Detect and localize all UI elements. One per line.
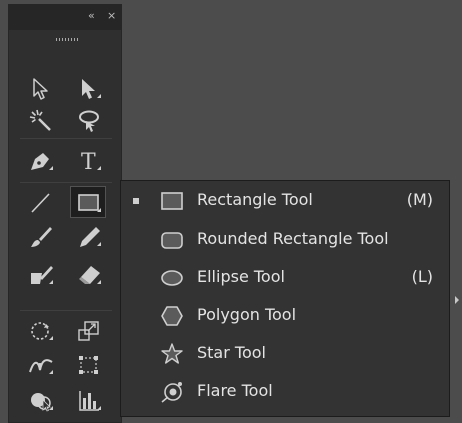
tools-panel: « × T <box>8 4 122 423</box>
paintbrush-icon <box>31 227 52 247</box>
svg-text:T: T <box>81 150 96 174</box>
panel-header[interactable]: « × <box>8 4 122 30</box>
eraser-icon <box>79 266 101 284</box>
eraser-tool[interactable] <box>70 258 106 290</box>
flyout-item-shortcut: (M) <box>406 190 433 209</box>
pen-tool[interactable] <box>22 144 58 176</box>
flyout-item-label: Rectangle Tool <box>197 190 313 209</box>
free-transform-tool[interactable] <box>70 348 106 380</box>
graph-icon <box>79 391 101 411</box>
scale-tool[interactable] <box>70 314 106 346</box>
shape-builder-tool[interactable] <box>22 384 58 416</box>
active-tool-indicator <box>133 198 139 204</box>
direct-selection-arrow-icon <box>82 79 101 99</box>
magic-wand-icon <box>29 109 51 131</box>
line-segment-tool[interactable] <box>22 186 58 218</box>
polygon-icon <box>161 306 183 326</box>
blob-brush-tool[interactable] <box>22 258 58 290</box>
rotate-tool[interactable] <box>22 314 58 346</box>
flyout-item-flare-tool[interactable]: Flare Tool <box>121 374 449 408</box>
selection-tool[interactable] <box>22 72 58 104</box>
shape-tools-flyout: Rectangle Tool (M) Rounded Rectangle Too… <box>120 180 450 417</box>
free-transform-icon <box>79 356 98 374</box>
flyout-item-rectangle-tool[interactable]: Rectangle Tool (M) <box>121 183 449 217</box>
lasso-tool[interactable] <box>70 104 106 136</box>
paintbrush-tool[interactable] <box>22 220 58 252</box>
type-tool[interactable]: T <box>70 144 106 176</box>
flyout-item-label: Ellipse Tool <box>197 267 285 286</box>
close-panel-icon[interactable]: × <box>107 10 116 22</box>
flyout-item-shortcut: (L) <box>411 267 433 286</box>
line-segment-icon <box>31 193 50 213</box>
panel-expand-arrow-icon[interactable] <box>455 296 459 304</box>
selection-arrow-icon <box>33 78 48 100</box>
lasso-icon <box>79 110 99 132</box>
star-icon <box>161 343 183 364</box>
flyout-item-label: Star Tool <box>197 343 266 362</box>
collapse-panel-icon[interactable]: « <box>88 10 95 22</box>
flare-icon <box>161 382 182 403</box>
graph-tool[interactable] <box>70 384 106 416</box>
flyout-item-star-tool[interactable]: Star Tool <box>121 336 449 370</box>
flyout-item-polygon-tool[interactable]: Polygon Tool <box>121 298 449 332</box>
rectangle-tool[interactable] <box>70 186 106 218</box>
tool-group-divider <box>20 310 112 311</box>
type-icon: T <box>81 150 101 174</box>
pencil-tool[interactable] <box>70 220 106 252</box>
pen-icon <box>31 153 53 170</box>
pencil-icon <box>80 227 101 247</box>
flyout-item-label: Flare Tool <box>197 381 273 400</box>
flyout-item-label: Polygon Tool <box>197 305 297 324</box>
direct-selection-tool[interactable] <box>70 72 106 104</box>
width-icon <box>29 359 53 374</box>
ellipse-icon <box>161 270 183 286</box>
scale-icon <box>78 321 99 341</box>
width-tool[interactable] <box>22 348 58 380</box>
panel-grip-handle[interactable] <box>56 38 80 41</box>
rectangle-icon <box>78 194 101 212</box>
rounded-rectangle-icon <box>161 232 183 249</box>
rectangle-icon <box>161 192 183 210</box>
blob-brush-icon <box>31 266 53 284</box>
flyout-item-ellipse-tool[interactable]: Ellipse Tool (L) <box>121 260 449 294</box>
shape-builder-icon <box>31 393 53 412</box>
magic-wand-tool[interactable] <box>22 104 58 136</box>
rotate-icon <box>31 322 53 340</box>
flyout-item-label: Rounded Rectangle Tool <box>197 229 389 248</box>
tool-group-divider <box>20 138 112 139</box>
tool-group-divider <box>20 182 112 183</box>
flyout-item-rounded-rectangle-tool[interactable]: Rounded Rectangle Tool <box>121 222 449 256</box>
